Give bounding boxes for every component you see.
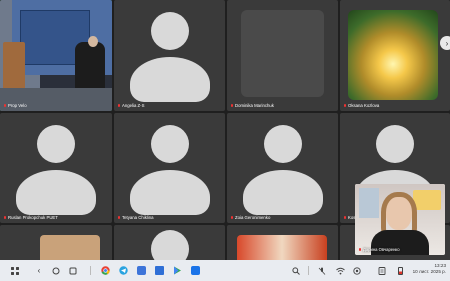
mic-off-icon xyxy=(343,215,346,220)
profile-image xyxy=(237,235,327,260)
avatar-icon xyxy=(130,230,210,260)
files-icon[interactable] xyxy=(154,265,164,276)
meet-icon[interactable] xyxy=(190,265,200,276)
play-store-icon[interactable] xyxy=(172,265,182,276)
recents-icon[interactable] xyxy=(68,265,78,276)
participant-name: Angelia Z-S xyxy=(117,103,144,108)
next-page-button[interactable]: › xyxy=(440,36,450,50)
messages-icon[interactable] xyxy=(136,265,146,276)
participant-tile[interactable] xyxy=(227,225,338,260)
mic-off-icon xyxy=(343,103,346,108)
mic-off-icon xyxy=(230,215,233,220)
clock[interactable]: 13:23 10 лист. 2025 р. xyxy=(413,263,446,275)
telegram-icon[interactable] xyxy=(118,265,128,276)
participant-tile[interactable]: Prop Velo xyxy=(0,0,112,111)
battery-icon xyxy=(395,265,405,276)
profile-image xyxy=(40,235,100,260)
video-placeholder xyxy=(241,10,324,97)
mic-off-icon xyxy=(3,103,6,108)
wifi-icon[interactable] xyxy=(335,265,345,276)
mic-off-icon xyxy=(3,215,6,220)
app-grid-icon[interactable] xyxy=(10,265,20,276)
date: 10 лист. 2025 р. xyxy=(412,269,446,274)
participant-name: Oksana Kozlova xyxy=(343,103,379,108)
participant-tile[interactable]: Dominika Marinchuk xyxy=(227,0,338,111)
avatar-icon xyxy=(129,125,210,215)
participant-tile[interactable]: Zoia Geronimenko xyxy=(227,113,338,223)
taskbar: ‹ 13:23 10 лист. 2025 р. xyxy=(0,260,450,281)
participant-name: Ruslan Prokopchuk PUET xyxy=(3,215,58,220)
mic-off-icon xyxy=(117,103,120,108)
mic-off-icon xyxy=(230,103,233,108)
mic-off-icon xyxy=(117,215,120,220)
participant-name: Tetyana Chiklina xyxy=(117,215,154,220)
mic-muted-icon[interactable] xyxy=(317,265,327,276)
participant-tile[interactable] xyxy=(114,225,225,260)
back-icon[interactable]: ‹ xyxy=(34,265,44,276)
participant-tile[interactable]: Tetyana Chiklina xyxy=(114,113,225,223)
self-view[interactable]: Дарина Овчаренко xyxy=(355,184,445,255)
self-video xyxy=(355,184,445,255)
notes-icon[interactable] xyxy=(377,265,387,276)
mic-off-icon xyxy=(358,247,361,252)
self-name: Дарина Овчаренко xyxy=(358,247,400,252)
chrome-icon[interactable] xyxy=(100,265,110,276)
profile-image xyxy=(348,10,438,100)
video-grid: Prop Velo Angelia Z-S Dominika Marinchuk… xyxy=(0,0,450,260)
participant-name: Prop Velo xyxy=(3,103,27,108)
participant-tile[interactable]: Ruslan Prokopchuk PUET xyxy=(0,113,112,223)
participant-tile[interactable] xyxy=(0,225,112,260)
screen-record-icon[interactable] xyxy=(352,265,362,276)
speaker-video xyxy=(0,0,112,111)
avatar-icon xyxy=(16,125,96,215)
home-icon[interactable] xyxy=(51,265,61,276)
avatar-icon xyxy=(129,12,210,102)
participant-name: Dominika Marinchuk xyxy=(230,103,274,108)
search-icon[interactable] xyxy=(291,265,301,276)
participant-name: Zoia Geronimenko xyxy=(230,215,270,220)
avatar-icon xyxy=(242,125,323,215)
participant-tile[interactable]: Oksana Kozlova › xyxy=(340,0,450,111)
participant-tile[interactable]: Angelia Z-S xyxy=(114,0,225,111)
